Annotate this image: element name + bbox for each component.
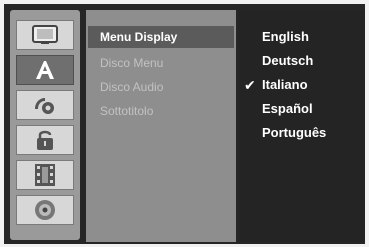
lock-icon [35,128,55,152]
option-english[interactable]: English [238,26,365,48]
option-portugues[interactable]: Português [238,122,365,144]
rail-item-recording[interactable] [16,160,74,190]
submenu-item-subtitle[interactable]: Sottotitolo [88,100,234,122]
rail-item-language[interactable] [16,55,74,85]
option-italiano-label: Italiano [262,77,308,92]
disc-icon [33,198,57,222]
rail-item-display[interactable] [16,20,74,50]
language-icon [33,59,57,81]
rail-item-lock[interactable] [16,125,74,155]
film-icon [34,163,56,187]
submenu-item-disc-menu[interactable]: Disco Menu [88,52,234,74]
option-deutsch[interactable]: Deutsch [238,50,365,72]
rail-item-audio[interactable] [16,90,74,120]
rail-item-disc[interactable] [16,195,74,225]
option-italiano[interactable]: ✔ Italiano [238,74,365,96]
language-submenu: Menu Display Disco Menu Disco Audio Sott… [86,10,236,242]
option-espanol[interactable]: Español [238,98,365,120]
category-rail [10,10,80,240]
checkmark-icon: ✔ [244,77,256,93]
language-options: English Deutsch ✔ Italiano Español Portu… [238,10,365,242]
tv-icon [32,25,58,45]
submenu-item-disc-audio[interactable]: Disco Audio [88,76,234,98]
osd-setup-menu: Menu Display Disco Menu Disco Audio Sott… [4,4,365,244]
audio-icon [33,95,57,115]
submenu-item-menu-display[interactable]: Menu Display [88,26,234,48]
